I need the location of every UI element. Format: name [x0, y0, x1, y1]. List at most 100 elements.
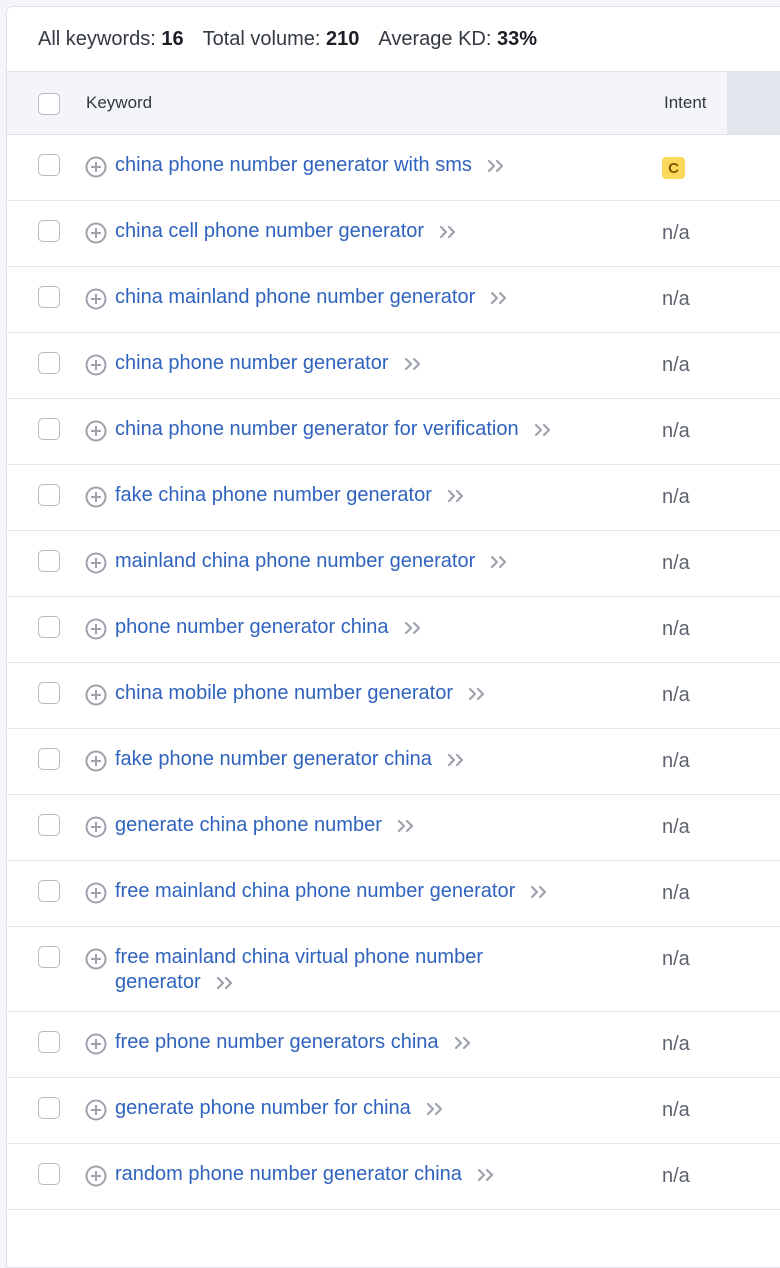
- row-checkbox[interactable]: [38, 682, 60, 704]
- keyword-link[interactable]: fake phone number generator china: [115, 747, 635, 772]
- intent-value: n/a: [662, 486, 690, 508]
- table-row: fake phone number generator china n/a: [7, 729, 780, 795]
- intent-value: n/a: [662, 288, 690, 310]
- keyword-text: phone number generator china: [115, 616, 389, 638]
- row-checkbox[interactable]: [38, 1097, 60, 1119]
- double-chevron-right-icon[interactable]: [533, 420, 553, 436]
- plus-circle-icon[interactable]: [85, 354, 107, 376]
- keyword-column-header[interactable]: Keyword: [86, 93, 152, 113]
- all-keywords-label: All keywords:: [38, 27, 156, 50]
- plus-circle-icon[interactable]: [85, 1165, 107, 1187]
- double-chevron-right-icon[interactable]: [489, 288, 509, 304]
- keyword-link[interactable]: china cell phone number generator: [115, 219, 635, 244]
- keyword-text: free mainland china virtual phone number…: [115, 946, 483, 993]
- double-chevron-right-icon[interactable]: [446, 750, 466, 766]
- keyword-link[interactable]: free mainland china virtual phone number…: [115, 945, 545, 995]
- keyword-link[interactable]: free phone number generators china: [115, 1030, 635, 1055]
- row-checkbox[interactable]: [38, 550, 60, 572]
- keyword-text: china mobile phone number generator: [115, 682, 453, 704]
- keyword-text: mainland china phone number generator: [115, 550, 476, 572]
- double-chevron-right-icon[interactable]: [403, 618, 423, 634]
- intent-column-header[interactable]: Intent: [664, 93, 707, 113]
- plus-circle-icon[interactable]: [85, 486, 107, 508]
- keyword-link[interactable]: mainland china phone number generator: [115, 549, 635, 574]
- double-chevron-right-icon[interactable]: [453, 1033, 473, 1049]
- table-row: china cell phone number generator n/a: [7, 201, 780, 267]
- intent-value: n/a: [662, 1033, 690, 1055]
- keyword-link[interactable]: fake china phone number generator: [115, 483, 635, 508]
- double-chevron-right-icon[interactable]: [438, 222, 458, 238]
- table-row: free mainland china phone number generat…: [7, 861, 780, 927]
- total-volume-value: 210: [326, 27, 360, 50]
- row-checkbox[interactable]: [38, 946, 60, 968]
- row-checkbox[interactable]: [38, 484, 60, 506]
- row-checkbox[interactable]: [38, 418, 60, 440]
- keyword-link[interactable]: china mobile phone number generator: [115, 681, 635, 706]
- double-chevron-right-icon[interactable]: [489, 552, 509, 568]
- row-checkbox[interactable]: [38, 220, 60, 242]
- plus-circle-icon[interactable]: [85, 222, 107, 244]
- keyword-link[interactable]: generate phone number for china: [115, 1096, 635, 1121]
- plus-circle-icon[interactable]: [85, 948, 107, 970]
- keyword-text: china phone number generator: [115, 352, 389, 374]
- row-checkbox[interactable]: [38, 814, 60, 836]
- keyword-text: free mainland china phone number generat…: [115, 880, 516, 902]
- plus-circle-icon[interactable]: [85, 288, 107, 310]
- double-chevron-right-icon[interactable]: [215, 973, 235, 989]
- double-chevron-right-icon[interactable]: [529, 882, 549, 898]
- row-checkbox[interactable]: [38, 880, 60, 902]
- plus-circle-icon[interactable]: [85, 420, 107, 442]
- table-row: china phone number generator with sms C: [7, 135, 780, 201]
- row-checkbox[interactable]: [38, 1031, 60, 1053]
- double-chevron-right-icon[interactable]: [396, 816, 416, 832]
- table-row: free phone number generators china n/a: [7, 1012, 780, 1078]
- table-row: random phone number generator china n/a: [7, 1144, 780, 1210]
- keyword-link[interactable]: free mainland china phone number generat…: [115, 879, 635, 904]
- keywords-panel: All keywords: 16 Total volume: 210 Avera…: [6, 6, 780, 1268]
- row-checkbox[interactable]: [38, 1163, 60, 1185]
- intent-value: n/a: [662, 1099, 690, 1121]
- next-column-header[interactable]: [727, 72, 780, 134]
- keyword-link[interactable]: china phone number generator with sms: [115, 153, 635, 178]
- keyword-link[interactable]: china phone number generator: [115, 351, 635, 376]
- plus-circle-icon[interactable]: [85, 1099, 107, 1121]
- plus-circle-icon[interactable]: [85, 156, 107, 178]
- keyword-text: fake phone number generator china: [115, 748, 432, 770]
- double-chevron-right-icon[interactable]: [486, 156, 506, 172]
- keyword-link[interactable]: generate china phone number: [115, 813, 635, 838]
- plus-circle-icon[interactable]: [85, 618, 107, 640]
- table-row: china phone number generator for verific…: [7, 399, 780, 465]
- intent-value: n/a: [662, 552, 690, 574]
- intent-value: n/a: [662, 948, 690, 970]
- row-checkbox[interactable]: [38, 616, 60, 638]
- row-checkbox[interactable]: [38, 286, 60, 308]
- row-checkbox[interactable]: [38, 154, 60, 176]
- intent-value: n/a: [662, 684, 690, 706]
- double-chevron-right-icon[interactable]: [425, 1099, 445, 1115]
- keyword-link[interactable]: china mainland phone number generator: [115, 285, 635, 310]
- plus-circle-icon[interactable]: [85, 882, 107, 904]
- row-checkbox[interactable]: [38, 748, 60, 770]
- double-chevron-right-icon[interactable]: [446, 486, 466, 502]
- table-row: china phone number generator n/a: [7, 333, 780, 399]
- all-keywords-value: 16: [161, 27, 184, 50]
- table-header: Keyword Intent: [7, 71, 780, 135]
- intent-value: n/a: [662, 420, 690, 442]
- select-all-checkbox[interactable]: [38, 93, 60, 115]
- keyword-text: china mainland phone number generator: [115, 286, 476, 308]
- double-chevron-right-icon[interactable]: [403, 354, 423, 370]
- table-row: generate china phone number n/a: [7, 795, 780, 861]
- keyword-text: random phone number generator china: [115, 1163, 462, 1185]
- plus-circle-icon[interactable]: [85, 684, 107, 706]
- double-chevron-right-icon[interactable]: [467, 684, 487, 700]
- plus-circle-icon[interactable]: [85, 750, 107, 772]
- double-chevron-right-icon[interactable]: [476, 1165, 496, 1181]
- keyword-table-body: china phone number generator with sms Cch…: [7, 135, 780, 1210]
- plus-circle-icon[interactable]: [85, 1033, 107, 1055]
- keyword-link[interactable]: phone number generator china: [115, 615, 635, 640]
- plus-circle-icon[interactable]: [85, 816, 107, 838]
- plus-circle-icon[interactable]: [85, 552, 107, 574]
- row-checkbox[interactable]: [38, 352, 60, 374]
- keyword-link[interactable]: random phone number generator china: [115, 1162, 635, 1187]
- keyword-link[interactable]: china phone number generator for verific…: [115, 417, 635, 442]
